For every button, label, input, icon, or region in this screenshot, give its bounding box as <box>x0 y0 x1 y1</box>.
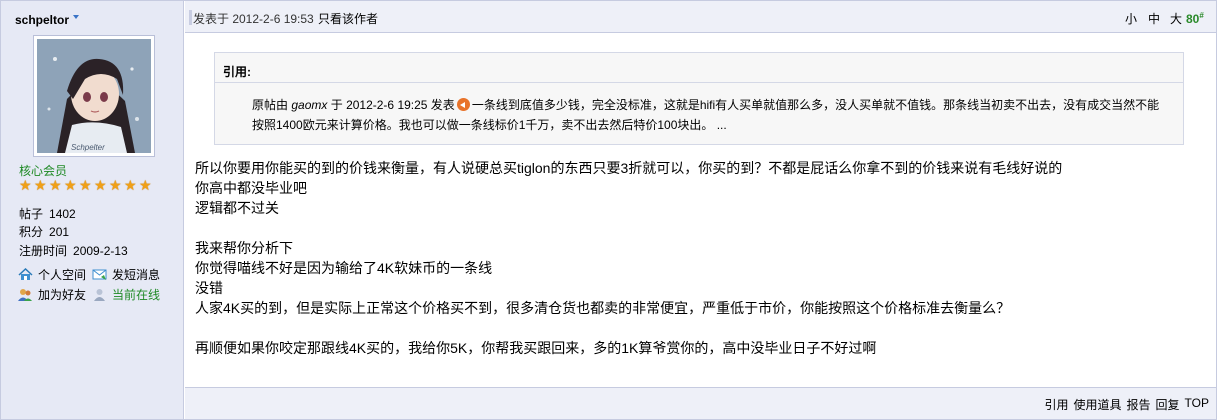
star-icon: ★ <box>139 177 152 193</box>
quote-label: 引用: <box>223 65 251 79</box>
quote-line-1: 原帖由 gaomx 于 2012-2-6 19:25 发表 一条线到底值多少钱，完… <box>252 95 1172 115</box>
quote-button[interactable]: 引用 <box>1044 396 1068 413</box>
floor-value[interactable]: 80 <box>1186 12 1199 26</box>
message-line: 你觉得喵线不好是因为输给了4K软妹币的一条线 <box>195 260 493 276</box>
message-line: 所以你要用你能买的到的价钱来衡量，有人说硬总买tiglon的东西只要3折就可以，… <box>195 160 1063 176</box>
top-button[interactable]: TOP <box>1185 396 1209 413</box>
quote-prefix: 原帖由 <box>252 98 289 112</box>
post-footer: 引用 使用道具 报告 回复 TOP <box>185 387 1216 419</box>
stat-posts: 帖子 1402 <box>19 205 76 222</box>
star-icon: ★ <box>124 177 137 193</box>
use-tool-button[interactable]: 使用道具 <box>1074 396 1122 413</box>
stat-value: 201 <box>49 225 70 239</box>
chevron-down-icon[interactable] <box>73 15 80 19</box>
star-icon: ★ <box>49 177 62 193</box>
quote-divider <box>215 82 1183 83</box>
username[interactable]: schpeltor <box>15 13 69 27</box>
message-icon <box>92 269 107 280</box>
message-line: 没错 <box>195 280 223 296</box>
add-friend-label[interactable]: 加为好友 <box>38 286 86 303</box>
message-line: 你高中都没毕业吧 <box>195 180 307 196</box>
avatar[interactable]: Schpelter <box>33 35 155 157</box>
star-icon: ★ <box>64 177 77 193</box>
avatar-image: Schpelter <box>37 39 151 153</box>
user-actions-row1: 个人空间 发短消息 <box>18 266 166 283</box>
reply-button[interactable]: 回复 <box>1156 396 1180 413</box>
message-line <box>195 218 1195 238</box>
stat-label: 帖子 <box>19 207 44 221</box>
message-line: 我来帮你分析下 <box>195 240 293 256</box>
font-medium-link[interactable]: 中 <box>1148 10 1160 27</box>
send-message-link[interactable]: 发短消息 <box>92 266 160 283</box>
quote-text-2: 按照1400欧元来计算价格。我也可以做一条线标价1千万，卖不出去然后特价100块… <box>252 118 727 132</box>
message-line <box>195 318 1195 338</box>
only-author-link[interactable]: 只看该作者 <box>318 10 378 27</box>
online-user-icon <box>94 289 106 301</box>
quote-block: 引用: 原帖由 gaomx 于 2012-2-6 19:25 发表 一条线到底值多… <box>214 52 1184 145</box>
stat-registered: 注册时间 2009-2-13 <box>19 242 128 259</box>
post-actions: 引用 使用道具 报告 回复 TOP <box>1044 396 1209 413</box>
quote-meta: 于 2012-2-6 19:25 发表 <box>330 98 455 112</box>
online-label: 当前在线 <box>112 288 161 302</box>
back-to-post-icon[interactable] <box>456 98 470 111</box>
stat-value: 1402 <box>49 207 76 221</box>
online-status: 当前在线 <box>92 286 160 303</box>
post-header: 发表于 2012-2-6 19:53 只看该作者 小 中 大 80# <box>185 1 1216 33</box>
forum-post: schpeltor Schpelter 核心会员 ★ ★ ★ ★ ★ ★ ★ ★… <box>0 0 1217 420</box>
font-large-link[interactable]: 大 <box>1170 10 1182 27</box>
star-icon: ★ <box>79 177 92 193</box>
quote-body: 原帖由 gaomx 于 2012-2-6 19:25 发表 一条线到底值多少钱，完… <box>252 95 1172 135</box>
stat-label: 积分 <box>19 225 44 239</box>
star-icon: ★ <box>19 177 32 193</box>
floor-number[interactable]: 80# <box>1186 11 1204 26</box>
add-friend-link[interactable]: 加为好友 <box>18 286 86 303</box>
post-message: 所以你要用你能买的到的价钱来衡量，有人说硬总买tiglon的东西只要3折就可以，… <box>195 158 1195 358</box>
message-line: 再顺便如果你咬定那跟线4K买的，我给你5K，你帮我买跟回来，多的1K算爷赏你的，… <box>195 340 877 356</box>
font-small-link[interactable]: 小 <box>1125 10 1137 27</box>
rank-stars: ★ ★ ★ ★ ★ ★ ★ ★ ★ <box>19 178 153 192</box>
star-icon: ★ <box>109 177 122 193</box>
stat-value: 2009-2-13 <box>73 244 128 258</box>
profile-label[interactable]: 个人空间 <box>38 266 86 283</box>
star-icon: ★ <box>34 177 47 193</box>
home-icon <box>18 268 33 280</box>
username-menu[interactable]: schpeltor <box>15 13 80 27</box>
quote-author: gaomx <box>291 98 328 112</box>
message-line: 人家4K买的到，但是实际上正常这个价格买不到，很多清仓货也都卖的非常便宜，严重低… <box>195 300 1011 316</box>
floor-hash: # <box>1199 11 1204 20</box>
avatar-caption: Schpelter <box>71 143 105 152</box>
user-actions-row2: 加为好友 当前在线 <box>18 286 166 303</box>
report-button[interactable]: 报告 <box>1127 396 1151 413</box>
message-line: 逻辑都不过关 <box>195 200 279 216</box>
stat-points: 积分 201 <box>19 223 69 240</box>
avatar-illustration <box>37 39 151 153</box>
add-friend-icon <box>18 289 32 301</box>
profile-link[interactable]: 个人空间 <box>18 266 86 283</box>
star-icon: ★ <box>94 177 107 193</box>
post-date: 发表于 2012-2-6 19:53 <box>193 12 314 26</box>
stat-label: 注册时间 <box>19 244 68 258</box>
message-label[interactable]: 发短消息 <box>112 266 160 283</box>
author-sidebar: schpeltor Schpelter 核心会员 ★ ★ ★ ★ ★ ★ ★ ★… <box>1 1 184 419</box>
post-marker-icon <box>189 10 192 25</box>
quote-text-1: 一条线到底值多少钱，完全没标准，这就是hifi有人买单就值那么多，没人买单就不值… <box>471 98 1160 112</box>
